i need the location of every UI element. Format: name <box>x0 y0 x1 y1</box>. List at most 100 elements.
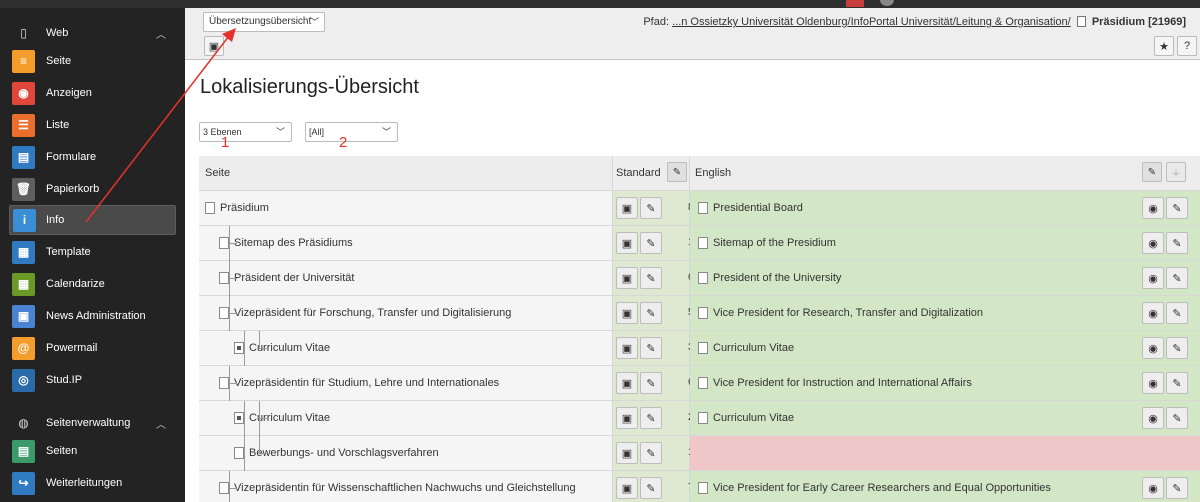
sidebar-item-template[interactable]: ▦ Template <box>0 237 185 267</box>
edit-page-button[interactable]: ✎ <box>640 337 662 359</box>
help-button[interactable]: ? <box>1177 36 1197 56</box>
sidebar-item-weiterleitungen[interactable]: ↪ Weiterleitungen <box>0 468 185 498</box>
sidebar-item-label: Liste <box>46 119 70 131</box>
view-translation-button[interactable]: ◉ <box>1142 302 1164 324</box>
table-row: Präsident der Universität▣✎6President of… <box>199 261 1200 296</box>
template-module-icon: ▦ <box>12 240 35 264</box>
view-page-button[interactable]: ▣ <box>616 407 638 429</box>
file-icon: ▯ <box>20 26 27 40</box>
edit-translation-button[interactable]: ✎ <box>1166 302 1188 324</box>
view-page-button[interactable]: ▣ <box>204 36 224 56</box>
info-module-icon: i <box>13 208 36 232</box>
page-cell: Curriculum Vitae <box>199 331 613 366</box>
sidebar-item-label: Info <box>46 214 65 226</box>
sidebar-item-label: Stud.IP <box>46 374 83 386</box>
sidebar-group-seitenverwaltung[interactable]: ◍ Seitenverwaltung ︿ <box>0 407 185 439</box>
page-title[interactable]: Präsidium <box>220 202 269 214</box>
notification-badge[interactable] <box>846 0 864 7</box>
view-page-button[interactable]: ▣ <box>616 337 638 359</box>
edit-translation-button[interactable]: ✎ <box>1166 372 1188 394</box>
page-title[interactable]: Sitemap des Präsidiums <box>234 237 353 249</box>
view-page-button[interactable]: ▣ <box>616 302 638 324</box>
edit-translation-button[interactable]: ✎ <box>1166 267 1188 289</box>
view-translation-button[interactable]: ◉ <box>1142 407 1164 429</box>
english-cell: Presidential Board ◉ ✎ <box>690 191 1200 225</box>
sidebar-item-anzeigen[interactable]: ◉ Anzeigen <box>0 78 185 108</box>
chevron-up-icon[interactable]: ︿ <box>156 416 166 431</box>
edit-translation-button[interactable]: ✎ <box>1166 197 1188 219</box>
edit-translation-button[interactable]: ✎ <box>1166 477 1188 499</box>
content-page-icon <box>234 342 244 354</box>
view-translation-button[interactable]: ◉ <box>1142 337 1164 359</box>
page-icon <box>698 202 708 214</box>
view-page-button[interactable]: ▣ <box>616 232 638 254</box>
view-translation-button[interactable]: ◉ <box>1142 267 1164 289</box>
sidebar-item-powermail[interactable]: @ Powermail <box>0 333 185 363</box>
edit-page-button[interactable]: ✎ <box>640 197 662 219</box>
english-title[interactable]: Sitemap of the Presidium <box>713 237 836 249</box>
sidebar-group-web[interactable]: ▯ Web ︿ <box>0 17 185 49</box>
page-view-icon: ▣ <box>208 40 220 53</box>
view-select[interactable]: Übersetzungsübersicht ﹀ <box>203 12 325 32</box>
edit-page-button[interactable]: ✎ <box>640 442 662 464</box>
page-title[interactable]: Präsident der Universität <box>234 272 354 284</box>
edit-page-icon: ✎ <box>646 272 656 285</box>
english-title[interactable]: Curriculum Vitae <box>713 412 794 424</box>
sidebar-item-news-administration[interactable]: ▣ News Administration <box>0 301 185 331</box>
pencil-icon: ✎ <box>1172 272 1182 285</box>
edit-page-button[interactable]: ✎ <box>640 232 662 254</box>
edit-all-standard-button[interactable]: ✎ <box>667 162 687 182</box>
avatar[interactable] <box>880 0 894 6</box>
sidebar-item-formulare[interactable]: ▤ Formulare <box>0 142 185 172</box>
sidebar-item-seiten[interactable]: ▤ Seiten <box>0 436 185 466</box>
english-cell <box>690 436 1200 470</box>
list-module-icon: ☰ <box>12 113 35 137</box>
english-title[interactable]: Vice President for Research, Transfer an… <box>713 307 983 319</box>
edit-all-english-button[interactable]: ✎ <box>1142 162 1162 182</box>
view-page-button[interactable]: ▣ <box>616 197 638 219</box>
english-title[interactable]: Vice President for Early Career Research… <box>713 482 1051 494</box>
edit-page-icon: ✎ <box>646 482 656 495</box>
page-title[interactable]: Bewerbungs- und Vorschlagsverfahren <box>249 447 439 459</box>
sidebar-item-info[interactable]: i Info <box>9 205 176 235</box>
view-page-button[interactable]: ▣ <box>616 477 638 499</box>
edit-page-button[interactable]: ✎ <box>640 372 662 394</box>
english-title[interactable]: Curriculum Vitae <box>713 342 794 354</box>
view-translation-button[interactable]: ◉ <box>1142 232 1164 254</box>
sidebar-item-papierkorb[interactable]: 🗑 Papierkorb <box>0 174 185 204</box>
english-title[interactable]: Vice President for Instruction and Inter… <box>713 377 972 389</box>
sidebar-item-liste[interactable]: ☰ Liste <box>0 110 185 140</box>
sidebar-item-stud-ip[interactable]: ◎ Stud.IP <box>0 365 185 395</box>
page-icon <box>1076 16 1086 27</box>
edit-page-button[interactable]: ✎ <box>640 477 662 499</box>
page-title[interactable]: Vizepräsidentin für Wissenschaftlichen N… <box>234 482 576 494</box>
chevron-up-icon[interactable]: ︿ <box>156 26 166 41</box>
edit-page-button[interactable]: ✎ <box>640 302 662 324</box>
view-translation-button[interactable]: ◉ <box>1142 372 1164 394</box>
edit-page-icon: ✎ <box>646 202 656 215</box>
view-page-button[interactable]: ▣ <box>616 442 638 464</box>
edit-translation-button[interactable]: ✎ <box>1166 232 1188 254</box>
edit-translation-button[interactable]: ✎ <box>1166 407 1188 429</box>
depth-select[interactable]: 3 Ebenen ﹀ <box>199 122 292 142</box>
english-title[interactable]: President of the University <box>713 272 841 284</box>
bookmark-button[interactable]: ★ <box>1154 36 1174 56</box>
english-title[interactable]: Presidential Board <box>713 202 803 214</box>
edit-translation-button[interactable]: ✎ <box>1166 337 1188 359</box>
sidebar-item-seite[interactable]: ≡ Seite <box>0 46 185 76</box>
view-page-button[interactable]: ▣ <box>616 267 638 289</box>
edit-page-button[interactable]: ✎ <box>640 407 662 429</box>
edit-page-button[interactable]: ✎ <box>640 267 662 289</box>
view-translation-button[interactable]: ◉ <box>1142 477 1164 499</box>
language-select[interactable]: [All] ﹀ <box>305 122 398 142</box>
page-title[interactable]: Vizepräsident für Forschung, Transfer un… <box>234 307 511 319</box>
sidebar-item-calendarize[interactable]: ▦ Calendarize <box>0 269 185 299</box>
view-translation-button[interactable]: ◉ <box>1142 197 1164 219</box>
create-translations-button[interactable]: ＋ <box>1166 162 1186 182</box>
page-title[interactable]: Vizepräsidentin für Studium, Lehre und I… <box>234 377 499 389</box>
path-link[interactable]: ...n Ossietzky Universität Oldenburg/Inf… <box>672 16 1071 28</box>
english-cell: Curriculum Vitae ◉ ✎ <box>690 331 1200 365</box>
page-cell: Präsident der Universität <box>199 261 613 296</box>
english-cell: Sitemap of the Presidium ◉ ✎ <box>690 226 1200 260</box>
view-page-button[interactable]: ▣ <box>616 372 638 394</box>
